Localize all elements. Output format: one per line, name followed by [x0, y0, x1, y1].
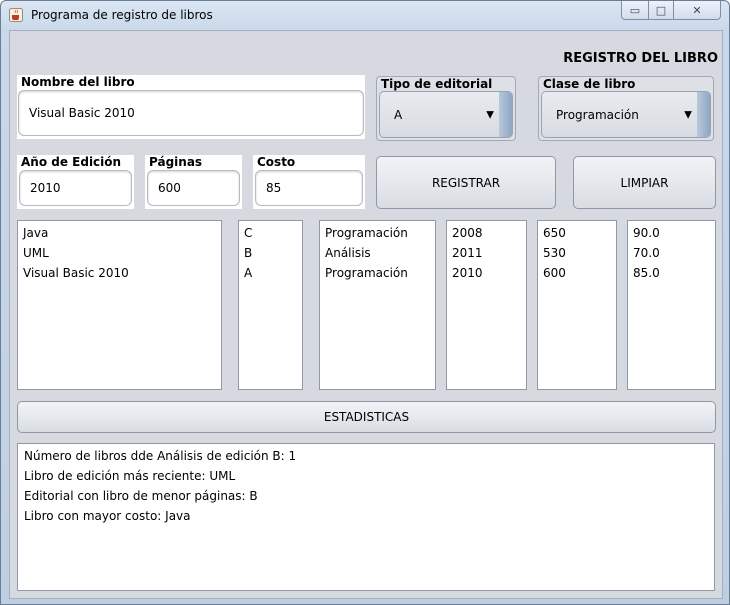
maximize-button[interactable]: □ [649, 1, 674, 20]
pages-list[interactable]: 650 530 600 [537, 220, 617, 390]
edition-year-group: Año de Edición 2010 [17, 155, 134, 209]
pages-value: 600 [158, 181, 181, 195]
cost-field[interactable]: 85 [255, 170, 363, 206]
cost-value: 85 [266, 181, 282, 195]
list-item[interactable]: 90.0 [633, 223, 715, 243]
costs-list[interactable]: 90.0 70.0 85.0 [627, 220, 716, 390]
list-item[interactable]: B [244, 243, 302, 263]
combo-scroll-bar [499, 92, 512, 137]
statistics-output[interactable]: Número de libros dde Análisis de edición… [17, 443, 715, 591]
list-item[interactable]: Programación [325, 223, 435, 243]
classes-list[interactable]: Programación Análisis Programación [319, 220, 436, 390]
list-item[interactable]: UML [23, 243, 221, 263]
window-controls: ▭ □ ✕ [621, 1, 721, 20]
years-list[interactable]: 2008 2011 2010 [446, 220, 527, 390]
book-class-value: Programación [556, 107, 639, 122]
publisher-type-value: A [394, 107, 403, 122]
java-cup-icon [9, 8, 23, 22]
pages-field[interactable]: 600 [147, 170, 240, 206]
chevron-down-icon: ▼ [486, 109, 494, 120]
list-item[interactable]: 70.0 [633, 243, 715, 263]
close-button[interactable]: ✕ [674, 1, 721, 20]
list-item[interactable]: 85.0 [633, 263, 715, 283]
stat-line: Número de libros dde Análisis de edición… [24, 449, 297, 463]
close-icon: ✕ [692, 3, 702, 17]
publishers-list[interactable]: C B A [238, 220, 303, 390]
minimize-button[interactable]: ▭ [621, 1, 649, 20]
book-name-label: Nombre del libro [21, 75, 135, 89]
list-item[interactable]: 2010 [452, 263, 526, 283]
publisher-type-select[interactable]: A ▼ [379, 91, 513, 138]
pages-group: Páginas 600 [145, 155, 242, 209]
clear-button[interactable]: LIMPIAR [573, 156, 716, 209]
edition-year-field[interactable]: 2010 [19, 170, 132, 206]
stat-line: Editorial con libro de menor páginas: B [24, 489, 258, 503]
book-class-select[interactable]: Programación ▼ [541, 91, 711, 138]
edition-year-value: 2010 [30, 181, 61, 195]
statistics-button[interactable]: ESTADISTICAS [17, 401, 716, 433]
list-item[interactable]: C [244, 223, 302, 243]
register-button[interactable]: REGISTRAR [376, 156, 556, 209]
book-name-group: Nombre del libro Visual Basic 2010 [17, 75, 365, 139]
names-list[interactable]: Java UML Visual Basic 2010 [17, 220, 222, 390]
edition-year-label: Año de Edición [21, 155, 122, 169]
book-name-value: Visual Basic 2010 [29, 106, 135, 120]
list-item[interactable]: Análisis [325, 243, 435, 263]
list-item[interactable]: 530 [543, 243, 616, 263]
combo-scroll-bar [697, 92, 710, 137]
cost-group: Costo 85 [253, 155, 365, 209]
list-item[interactable]: 650 [543, 223, 616, 243]
stat-line: Libro de edición más reciente: UML [24, 469, 236, 483]
list-item[interactable]: Programación [325, 263, 435, 283]
window-title: Programa de registro de libros [31, 8, 213, 22]
form-panel: REGISTRO DEL LIBRO Nombre del libro Visu… [9, 30, 723, 599]
publisher-type-label: Tipo de editorial [381, 77, 493, 91]
publisher-type-group: Tipo de editorial A ▼ [376, 76, 516, 141]
list-item[interactable]: Java [23, 223, 221, 243]
list-item[interactable]: A [244, 263, 302, 283]
list-item[interactable]: 600 [543, 263, 616, 283]
title-bar[interactable]: Programa de registro de libros ▭ □ ✕ [1, 1, 729, 29]
stat-line: Libro con mayor costo: Java [24, 509, 191, 523]
book-name-field[interactable]: Visual Basic 2010 [18, 90, 364, 136]
maximize-icon: □ [655, 3, 667, 17]
cost-label: Costo [257, 155, 296, 169]
book-class-label: Clase de libro [543, 77, 636, 91]
chevron-down-icon: ▼ [684, 109, 692, 120]
minimize-icon: ▭ [629, 3, 641, 17]
list-item[interactable]: Visual Basic 2010 [23, 263, 221, 283]
app-window: Programa de registro de libros ▭ □ ✕ REG… [0, 0, 730, 605]
book-class-group: Clase de libro Programación ▼ [538, 76, 714, 141]
list-item[interactable]: 2011 [452, 243, 526, 263]
list-item[interactable]: 2008 [452, 223, 526, 243]
page-title: REGISTRO DEL LIBRO [563, 51, 718, 66]
pages-label: Páginas [149, 155, 203, 169]
